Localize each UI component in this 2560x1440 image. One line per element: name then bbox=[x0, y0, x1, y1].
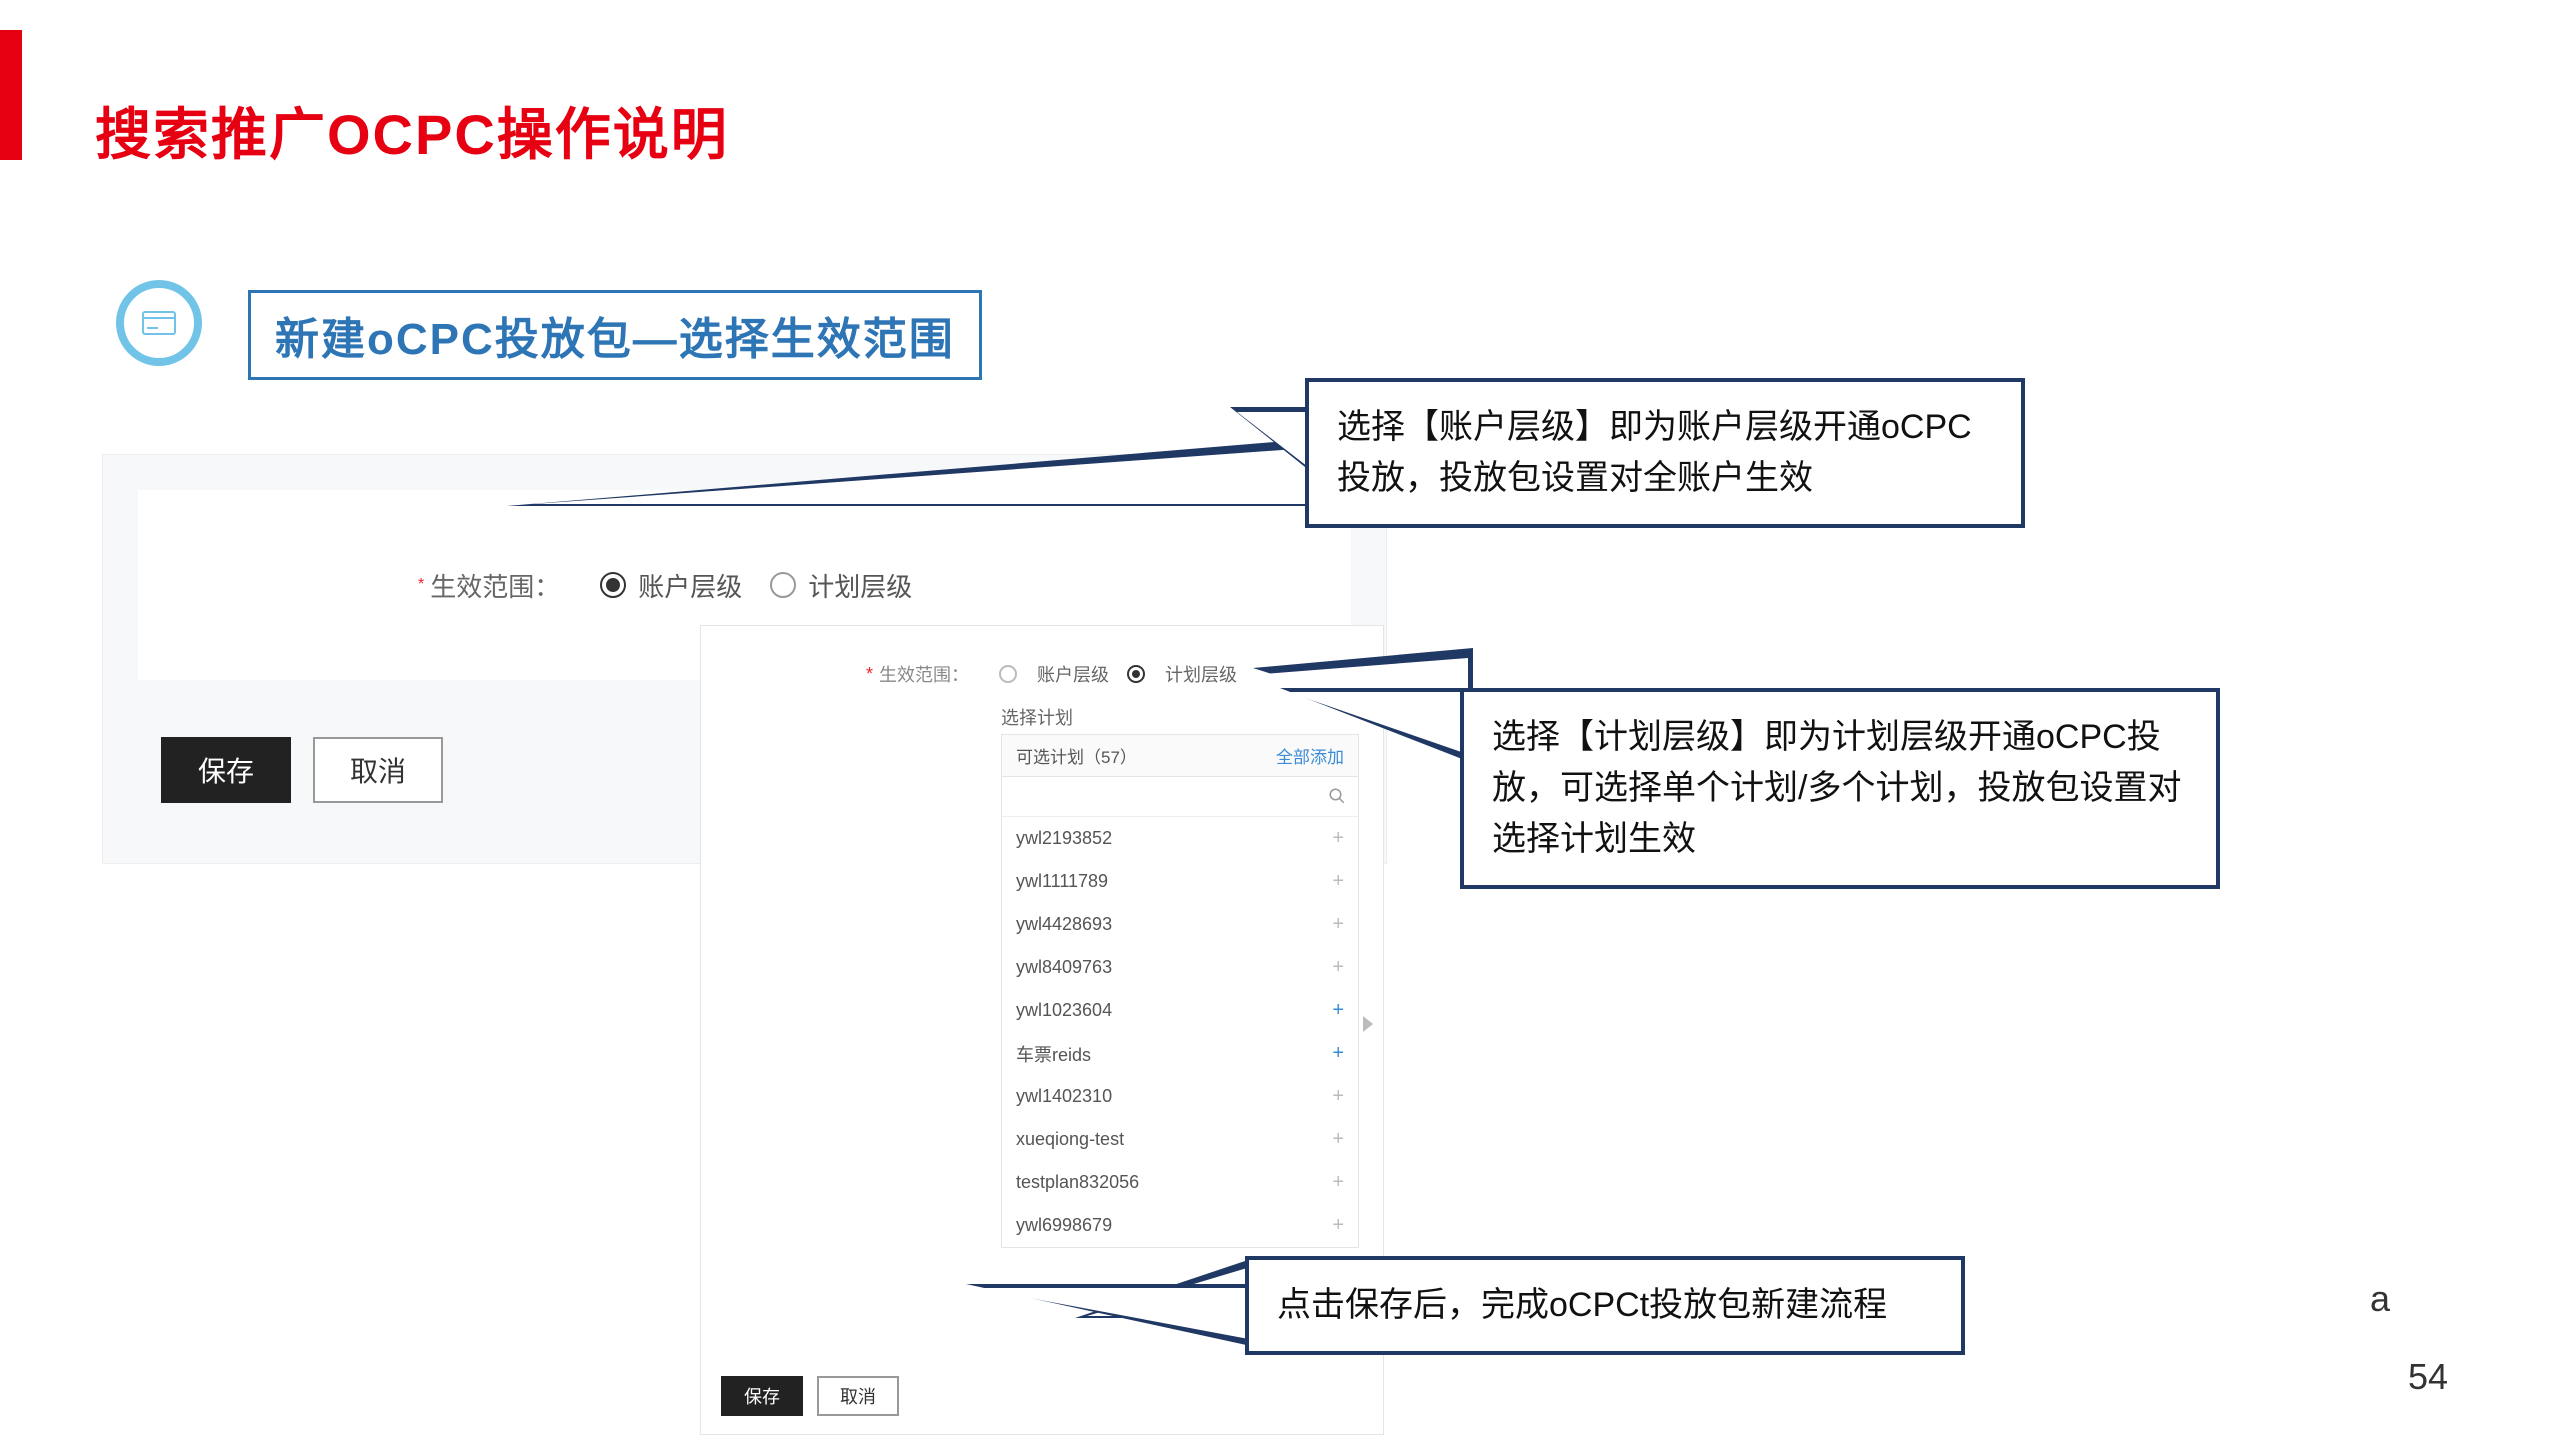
plus-icon[interactable]: + bbox=[1332, 827, 1344, 850]
plan-row[interactable]: ywl1023604 + bbox=[1002, 989, 1358, 1032]
plus-icon[interactable]: + bbox=[1332, 1171, 1344, 1194]
radio-plan-level-small[interactable]: 计划层级 bbox=[1127, 661, 1237, 687]
plus-icon[interactable]: + bbox=[1332, 913, 1344, 936]
button-row-small: 保存 取消 bbox=[721, 1376, 899, 1416]
plan-name: ywl1402310 bbox=[1016, 1086, 1112, 1107]
plus-icon[interactable]: + bbox=[1332, 1042, 1344, 1065]
plan-name: ywl2193852 bbox=[1016, 828, 1112, 849]
plan-name: ywl8409763 bbox=[1016, 957, 1112, 978]
required-star: * bbox=[866, 664, 873, 685]
scope-label-small: 生效范围： bbox=[879, 661, 969, 687]
plan-row[interactable]: testplan832056 + bbox=[1002, 1161, 1358, 1204]
plan-name: 车票reids bbox=[1016, 1041, 1091, 1067]
button-row: 保存 取消 bbox=[161, 737, 443, 803]
callout-tail-icon bbox=[1280, 688, 1475, 764]
required-star: * bbox=[418, 576, 424, 594]
save-button-small[interactable]: 保存 bbox=[721, 1376, 803, 1416]
page-number: 54 bbox=[2408, 1356, 2448, 1398]
radio-account-level-small[interactable]: 账户层级 bbox=[999, 661, 1109, 687]
plus-icon[interactable]: + bbox=[1332, 1085, 1344, 1108]
plan-select-box: 可选计划（57） 全部添加 ywl2193852+ywl1111789+ywl4… bbox=[1001, 734, 1359, 1248]
select-plan-label: 选择计划 bbox=[1001, 704, 1073, 730]
radio-dot-icon bbox=[770, 572, 796, 598]
radio-account-level[interactable]: 账户层级 bbox=[600, 567, 742, 604]
radio-dot-icon bbox=[1127, 665, 1145, 683]
plan-name: testplan832056 bbox=[1016, 1172, 1139, 1193]
cancel-button-small[interactable]: 取消 bbox=[817, 1376, 899, 1416]
section-subtitle: 新建oCPC投放包—选择生效范围 bbox=[275, 315, 955, 364]
section-icon-circle bbox=[116, 280, 202, 366]
plus-icon[interactable]: + bbox=[1332, 956, 1344, 979]
plus-icon[interactable]: + bbox=[1332, 1214, 1344, 1237]
plus-icon[interactable]: + bbox=[1332, 870, 1344, 893]
callout-plan: 选择【计划层级】即为计划层级开通oCPC投放，可选择单个计划/多个计划，投放包设… bbox=[1460, 688, 2220, 889]
page-title: 搜索推广OCPC操作说明 bbox=[95, 90, 729, 171]
plan-row[interactable]: 车票reids + bbox=[1002, 1032, 1358, 1075]
plus-icon[interactable]: + bbox=[1332, 999, 1344, 1022]
plan-row[interactable]: ywl8409763 + bbox=[1002, 946, 1358, 989]
plan-list: ywl2193852+ywl1111789+ywl4428693+ywl8409… bbox=[1002, 817, 1358, 1247]
scope-label: 生效范围： bbox=[430, 567, 560, 604]
plan-search-row[interactable] bbox=[1002, 777, 1358, 817]
callout-save: 点击保存后，完成oCPCt投放包新建流程 bbox=[1245, 1256, 1965, 1355]
plan-row[interactable]: ywl1111789 + bbox=[1002, 860, 1358, 903]
scope-row-small: * 生效范围： 账户层级 计划层级 bbox=[866, 661, 1237, 687]
radio-account-label: 账户层级 bbox=[638, 567, 742, 604]
radio-dot-icon bbox=[600, 572, 626, 598]
radio-plan-label: 计划层级 bbox=[808, 567, 912, 604]
callout-tail-icon bbox=[507, 438, 1322, 506]
plan-name: ywl6998679 bbox=[1016, 1215, 1112, 1236]
radio-plan-label-sm: 计划层级 bbox=[1165, 661, 1237, 687]
plan-name: xueqiong-test bbox=[1016, 1129, 1124, 1150]
plan-row[interactable]: ywl1402310 + bbox=[1002, 1075, 1358, 1118]
save-button[interactable]: 保存 bbox=[161, 737, 291, 803]
optional-plans-label: 可选计划（57） bbox=[1016, 743, 1137, 768]
radio-account-label-sm: 账户层级 bbox=[1037, 661, 1109, 687]
accent-bar bbox=[0, 30, 22, 160]
section-subtitle-box: 新建oCPC投放包—选择生效范围 bbox=[248, 290, 982, 380]
card-icon bbox=[142, 311, 176, 335]
plan-name: ywl1111789 bbox=[1016, 871, 1108, 892]
plan-row[interactable]: ywl4428693 + bbox=[1002, 903, 1358, 946]
footer-marker: a bbox=[2370, 1278, 2390, 1320]
plan-row[interactable]: ywl6998679 + bbox=[1002, 1204, 1358, 1247]
radio-group-scope: 账户层级 计划层级 bbox=[600, 567, 912, 604]
search-icon bbox=[1328, 787, 1346, 805]
callout-tail-icon bbox=[966, 1284, 1260, 1348]
plan-name: ywl1023604 bbox=[1016, 1000, 1112, 1021]
cancel-button[interactable]: 取消 bbox=[313, 737, 443, 803]
plus-icon[interactable]: + bbox=[1332, 1128, 1344, 1151]
callout-account: 选择【账户层级】即为账户层级开通oCPC投放，投放包设置对全账户生效 bbox=[1305, 378, 2025, 528]
plan-name: ywl4428693 bbox=[1016, 914, 1112, 935]
arrow-right-icon[interactable] bbox=[1363, 1016, 1373, 1032]
radio-plan-level[interactable]: 计划层级 bbox=[770, 567, 912, 604]
radio-dot-icon bbox=[999, 665, 1017, 683]
plan-row[interactable]: xueqiong-test + bbox=[1002, 1118, 1358, 1161]
plan-row[interactable]: ywl2193852 + bbox=[1002, 817, 1358, 860]
